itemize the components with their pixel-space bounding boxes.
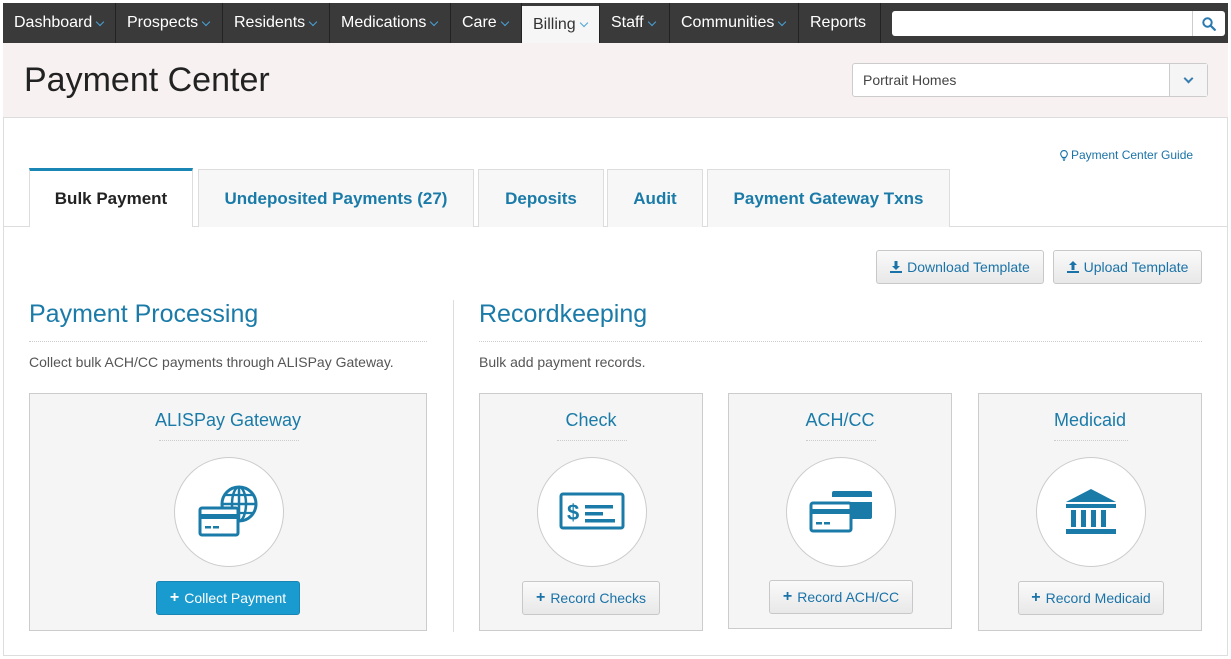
nav-label: Billing: [533, 15, 576, 33]
tab-payment-gateway-txns[interactable]: Payment Gateway Txns: [707, 169, 950, 227]
payment-center-guide-link[interactable]: Payment Center Guide: [1060, 148, 1193, 162]
search-box: [892, 11, 1225, 36]
collect-payment-label: Collect Payment: [184, 590, 287, 606]
record-medicaid-label: Record Medicaid: [1045, 590, 1151, 606]
nav-communities[interactable]: Communities: [670, 3, 799, 43]
card-title: ACH/CC: [805, 410, 875, 430]
card-divider: [806, 440, 876, 441]
medicaid-card: Medicaid + Record Medicaid: [978, 393, 1202, 631]
record-ach-cc-label: Record ACH/CC: [797, 589, 900, 605]
recordkeeping-description: Bulk add payment records.: [479, 354, 646, 370]
tab-label: Audit: [633, 188, 677, 208]
record-medicaid-button[interactable]: + Record Medicaid: [1018, 581, 1164, 615]
plus-icon: +: [782, 588, 793, 605]
payment-processing-description: Collect bulk ACH/CC payments through ALI…: [29, 354, 394, 370]
card-title: Medicaid: [1053, 410, 1127, 430]
icon-circle: [1036, 457, 1146, 567]
upload-template-button[interactable]: Upload Template: [1053, 250, 1202, 284]
check-card: Check $ + Record Checks: [479, 393, 703, 631]
card-title: Check: [565, 410, 617, 430]
page-header: Payment Center Portrait Homes: [3, 43, 1228, 118]
payment-processing-title: Payment Processing: [29, 300, 259, 328]
nav-reports[interactable]: Reports: [799, 3, 881, 43]
community-select-toggle[interactable]: [1169, 64, 1207, 96]
check-icon: $: [559, 492, 625, 530]
upload-template-label: Upload Template: [1083, 259, 1189, 275]
tab-audit[interactable]: Audit: [607, 169, 703, 227]
icon-circle: $: [537, 457, 647, 567]
chevron-down-icon: [1183, 73, 1194, 83]
chevron-down-icon: [201, 17, 211, 26]
tab-label: Undeposited Payments (27): [224, 188, 448, 208]
record-ach-cc-button[interactable]: + Record ACH/CC: [769, 580, 913, 614]
collect-payment-button[interactable]: + Collect Payment: [156, 581, 300, 615]
column-divider: [453, 300, 454, 632]
chevron-down-icon: [308, 17, 318, 26]
chevron-down-icon: [430, 17, 439, 26]
credit-card-globe-icon: [198, 485, 258, 537]
nav-label: Dashboard: [14, 14, 93, 31]
recordkeeping-title: Recordkeeping: [479, 300, 648, 328]
community-select-value: Portrait Homes: [863, 72, 957, 88]
tab-label: Payment Gateway Txns: [733, 188, 924, 208]
search-input[interactable]: [892, 11, 1192, 36]
credit-cards-icon: [809, 491, 872, 533]
icon-circle: [786, 457, 896, 567]
chevron-down-icon: [500, 17, 509, 26]
nav-label: Residents: [234, 14, 306, 31]
download-icon: [890, 261, 903, 273]
nav-label: Medications: [341, 14, 427, 31]
page-title: Payment Center: [24, 61, 270, 99]
search-button[interactable]: [1192, 11, 1225, 36]
nav-billing[interactable]: Billing: [522, 3, 600, 43]
chevron-down-icon: [778, 17, 787, 26]
tab-label: Bulk Payment: [54, 189, 168, 208]
ach-cc-card: ACH/CC + Record ACH/CC: [728, 393, 952, 629]
svg-text:$: $: [567, 500, 579, 525]
card-title: ALISPay Gateway: [154, 410, 302, 430]
plus-icon: +: [535, 589, 546, 606]
card-divider: [557, 440, 627, 441]
tab-label: Deposits: [505, 188, 577, 208]
nav-staff[interactable]: Staff: [600, 3, 670, 43]
nav-medications[interactable]: Medications: [330, 3, 451, 43]
main-panel: Payment Center Guide Bulk Payment Undepo…: [3, 118, 1228, 656]
tab-deposits[interactable]: Deposits: [478, 169, 604, 227]
download-template-label: Download Template: [907, 259, 1030, 275]
download-template-button[interactable]: Download Template: [876, 250, 1044, 284]
card-divider: [1054, 440, 1128, 441]
record-checks-label: Record Checks: [550, 590, 647, 606]
guide-link-label: Payment Center Guide: [1071, 148, 1194, 162]
community-select[interactable]: Portrait Homes: [852, 63, 1208, 97]
nav-prospects[interactable]: Prospects: [116, 3, 223, 43]
tab-bulk-payment[interactable]: Bulk Payment: [29, 168, 193, 227]
tab-undeposited-payments[interactable]: Undeposited Payments (27): [198, 169, 474, 227]
icon-circle: [174, 457, 284, 567]
tab-bar: Bulk Payment Undeposited Payments (27) D…: [4, 168, 1227, 227]
nav-label: Communities: [681, 14, 775, 31]
nav-label: Reports: [810, 14, 867, 31]
nav-dashboard[interactable]: Dashboard: [3, 3, 116, 43]
plus-icon: +: [169, 589, 180, 606]
nav-residents[interactable]: Residents: [223, 3, 330, 43]
nav-label: Care: [462, 14, 497, 31]
nav-label: Staff: [611, 14, 644, 31]
search-icon: [1202, 16, 1216, 31]
chevron-down-icon: [579, 18, 588, 28]
bank-icon: [1066, 489, 1116, 534]
card-divider: [159, 440, 299, 441]
top-nav: Dashboard Prospects Residents Medication…: [3, 3, 1228, 43]
nav-care[interactable]: Care: [451, 3, 522, 43]
chevron-down-icon: [647, 17, 656, 26]
record-checks-button[interactable]: + Record Checks: [522, 581, 660, 615]
chevron-down-icon: [96, 17, 105, 26]
plus-icon: +: [1031, 589, 1041, 606]
upload-icon: [1066, 261, 1079, 273]
section-divider: [479, 341, 1202, 342]
lightbulb-icon: [1060, 149, 1068, 161]
nav-label: Prospects: [127, 14, 199, 31]
section-divider: [29, 341, 427, 342]
alispay-gateway-card: ALISPay Gateway + Collect Payment: [29, 393, 427, 631]
